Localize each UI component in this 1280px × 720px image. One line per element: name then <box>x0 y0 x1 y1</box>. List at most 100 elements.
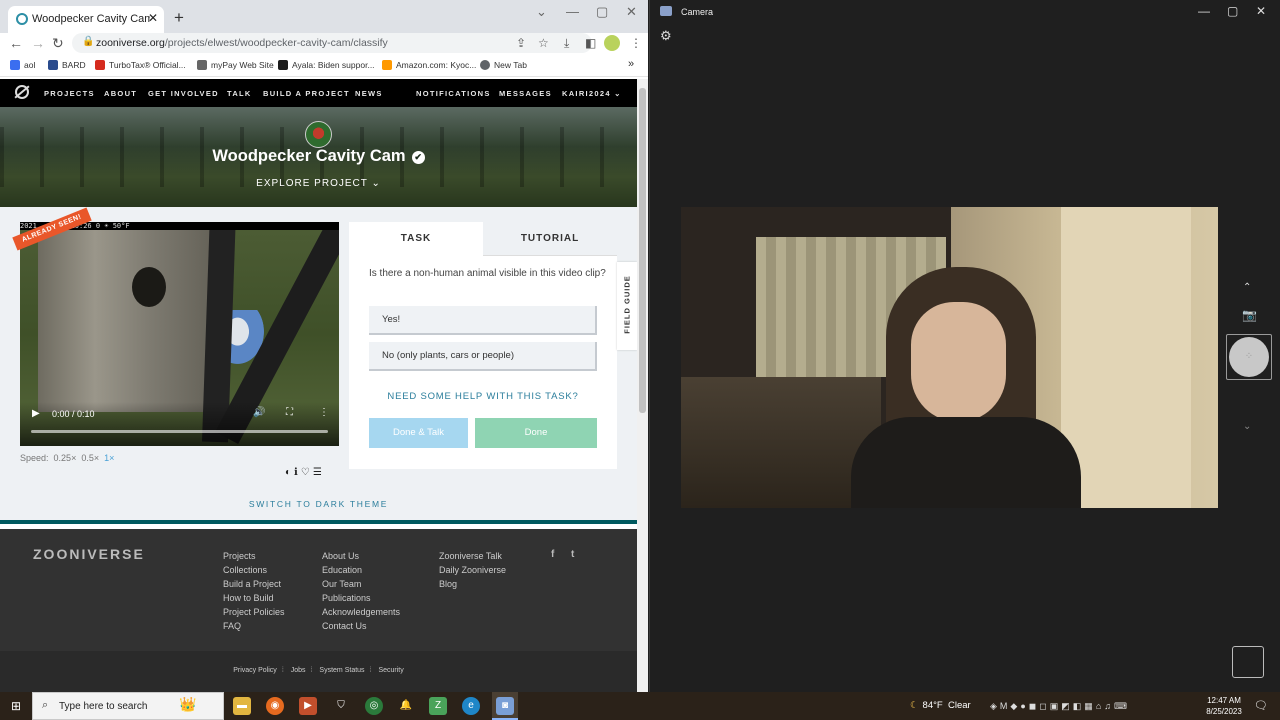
windows-start-icon[interactable]: ⊞ <box>0 692 32 720</box>
zoom-z-icon[interactable]: Z <box>429 697 447 715</box>
project-title[interactable]: Woodpecker Cavity Cam ✔ <box>0 147 637 166</box>
camera-minimize-button[interactable]: — <box>1198 4 1210 18</box>
last-capture-thumbnail[interactable] <box>1232 646 1264 678</box>
volume-icon[interactable]: ♫ <box>1104 701 1114 711</box>
speed-05[interactable]: 0.5× <box>81 453 99 463</box>
bookmark-star-icon[interactable]: ☆ <box>538 36 549 50</box>
system-tray[interactable]: ◈M◆●◼◻▣◩◧▦⌂♫⌨ <box>990 701 1130 712</box>
tab-search-icon[interactable]: ⌄ <box>536 4 547 20</box>
tab-close-icon[interactable]: ✕ <box>148 11 158 25</box>
tray-app-icon[interactable]: ● <box>1020 701 1028 711</box>
footer-logo[interactable]: ZOONIVERSE <box>33 546 145 562</box>
bookmark-bard[interactable]: BARD <box>48 60 86 70</box>
bookmark-aol[interactable]: aol <box>10 60 35 70</box>
answer-yes[interactable]: Yes! <box>369 306 597 335</box>
file-explorer-icon[interactable]: ▬ <box>233 697 251 715</box>
speed-1[interactable]: 1× <box>104 453 114 463</box>
keyboard-icon[interactable]: ⌨ <box>1114 701 1130 711</box>
twitter-icon[interactable]: t <box>571 549 574 560</box>
minimize-button[interactable]: — <box>566 4 579 19</box>
security-shield-icon[interactable]: ⛉ <box>332 697 350 715</box>
firefox-icon[interactable]: ◉ <box>266 697 284 715</box>
chevron-down-icon[interactable]: ⌄ <box>1243 421 1251 432</box>
nav-build-a-project[interactable]: BUILD A PROJECT <box>263 89 350 98</box>
nav-news[interactable]: NEWS <box>355 89 383 98</box>
nav-get-involved[interactable]: GET INVOLVED <box>148 89 219 98</box>
tray-app-icon[interactable]: ◼ <box>1029 701 1039 711</box>
favorite-heart-icon[interactable]: ♡ <box>301 467 313 478</box>
footer-link[interactable]: Build a Project <box>223 577 285 591</box>
nav-messages[interactable]: MESSAGES <box>499 89 552 98</box>
back-icon[interactable]: ← <box>9 35 23 51</box>
action-center-icon[interactable]: 🗨 <box>1254 699 1268 712</box>
tray-app-icon[interactable]: ◻ <box>1039 701 1049 711</box>
footer-link[interactable]: Education <box>322 563 400 577</box>
nav-notifications[interactable]: NOTIFICATIONS <box>416 89 491 98</box>
info-icon[interactable]: ℹ <box>294 467 301 478</box>
bookmarks-overflow-icon[interactable]: » <box>628 58 634 70</box>
footer-link[interactable]: How to Build <box>223 591 285 605</box>
edge-icon[interactable]: e <box>462 697 480 715</box>
chrome-icon[interactable]: ◎ <box>365 697 383 715</box>
field-guide-tab[interactable]: FIELD GUIDE <box>617 262 637 350</box>
done-and-talk-button[interactable]: Done & Talk <box>369 418 468 448</box>
tray-app-icon[interactable]: ◆ <box>1010 701 1020 711</box>
shutter-button[interactable]: ⁘ <box>1229 337 1269 377</box>
tray-app-icon[interactable]: ▦ <box>1084 701 1096 711</box>
footer-link[interactable]: Projects <box>223 549 285 563</box>
tray-app-icon[interactable]: ◩ <box>1061 701 1073 711</box>
bookmark-turbotax[interactable]: TurboTax® Official... <box>95 60 186 70</box>
media-player-icon[interactable]: ▶ <box>299 697 317 715</box>
network-icon[interactable]: ⌂ <box>1096 701 1104 711</box>
footer-link[interactable]: Zooniverse Talk <box>439 549 506 563</box>
explore-project-dropdown[interactable]: EXPLORE PROJECT ⌄ <box>0 178 637 189</box>
system-status-link[interactable]: System Status <box>319 667 364 674</box>
photo-mode-camera-icon[interactable]: 📷 <box>1242 308 1257 322</box>
camera-maximize-button[interactable]: ▢ <box>1227 4 1238 18</box>
task-help-link[interactable]: NEED SOME HELP WITH THIS TASK? <box>349 391 617 402</box>
bookmark-amazon[interactable]: Amazon.com: Kyoc... <box>382 60 476 70</box>
chevron-up-icon[interactable]: ⌃ <box>1243 282 1251 293</box>
tray-app-icon[interactable]: ▣ <box>1050 701 1062 711</box>
browser-tab[interactable]: Woodpecker Cavity Cam « Classif ✕ <box>8 6 164 33</box>
forward-icon[interactable]: → <box>31 35 45 51</box>
menu-kebab-icon[interactable]: ⋮ <box>630 36 642 50</box>
footer-link[interactable]: Contact Us <box>322 619 400 633</box>
answer-no[interactable]: No (only plants, cars or people) <box>369 342 597 371</box>
nav-talk[interactable]: TALK <box>227 89 252 98</box>
collections-icon[interactable]: ☰ <box>313 467 325 478</box>
switch-dark-theme-link[interactable]: SWITCH TO DARK THEME <box>0 499 637 509</box>
taskbar-clock[interactable]: 12:47 AM 8/25/2023 <box>1196 695 1252 717</box>
done-button[interactable]: Done <box>475 418 597 448</box>
close-window-button[interactable]: ✕ <box>626 4 637 20</box>
footer-link[interactable]: Collections <box>223 563 285 577</box>
footer-link[interactable]: Acknowledgements <box>322 605 400 619</box>
weather-widget[interactable]: ☾ 84°F Clear <box>910 700 971 711</box>
camera-taskbar-icon[interactable]: ◙ <box>496 697 514 715</box>
camera-settings-gear-icon[interactable]: ⚙ <box>660 28 672 44</box>
footer-link[interactable]: Our Team <box>322 577 400 591</box>
bookmark-mypay[interactable]: myPay Web Site <box>197 60 274 70</box>
new-tab-button[interactable]: + <box>174 8 184 28</box>
footer-link[interactable]: Blog <box>439 577 506 591</box>
bookmark-new-tab[interactable]: New Tab <box>480 60 527 70</box>
side-panel-icon[interactable]: ◧ <box>585 36 596 50</box>
fullscreen-icon[interactable]: ⛶ <box>286 407 293 418</box>
footer-link[interactable]: Publications <box>322 591 400 605</box>
scrollbar-thumb[interactable] <box>639 88 646 413</box>
footer-link[interactable]: FAQ <box>223 619 285 633</box>
nav-about[interactable]: ABOUT <box>104 89 137 98</box>
jobs-link[interactable]: Jobs <box>291 667 306 674</box>
reload-icon[interactable]: ↻ <box>52 35 64 52</box>
gmail-icon[interactable]: M <box>1000 701 1011 711</box>
bookmark-ayala[interactable]: Ayala: Biden suppor... <box>278 60 375 70</box>
security-link[interactable]: Security <box>378 667 403 674</box>
maximize-button[interactable]: ▢ <box>596 4 608 20</box>
address-bar[interactable]: 🔒 zooniverse.org/projects/elwest/woodpec… <box>72 33 592 53</box>
footer-link[interactable]: About Us <box>322 549 400 563</box>
camera-close-button[interactable]: ✕ <box>1256 4 1266 18</box>
facebook-icon[interactable]: f <box>551 549 554 560</box>
nav-user-menu[interactable]: KAIRI2024 ⌄ <box>562 89 622 98</box>
tab-tutorial[interactable]: TUTORIAL <box>483 222 617 256</box>
subject-video[interactable]: 2021 ... 21:10:26 0 ☀ 50°F ▶ 0:00 / 0:10… <box>20 222 339 446</box>
